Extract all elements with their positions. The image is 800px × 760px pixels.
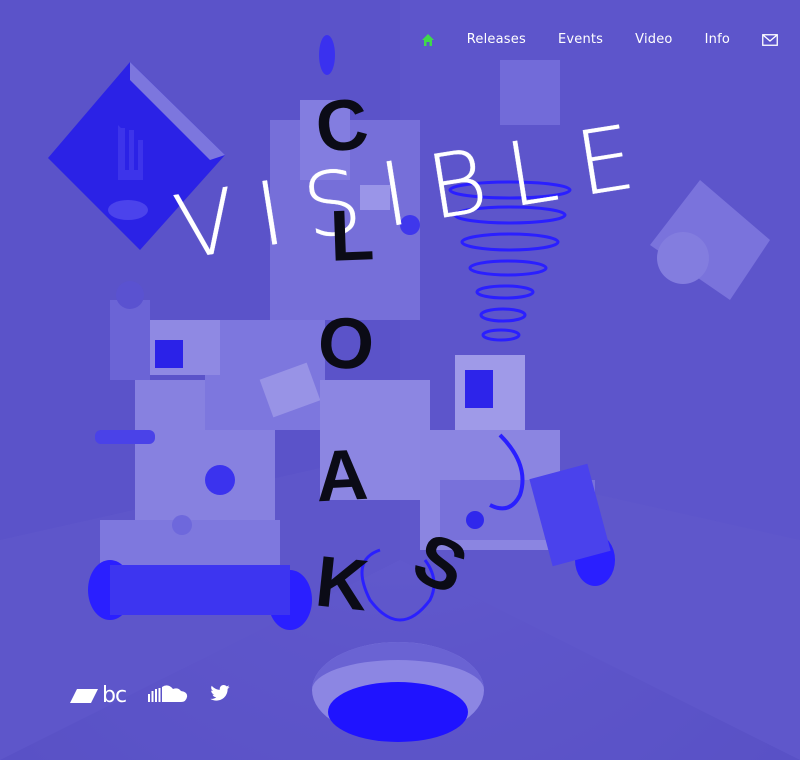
bandcamp-link[interactable]: bc xyxy=(70,683,127,708)
mail-link[interactable] xyxy=(762,33,778,46)
nav-video[interactable]: Video xyxy=(635,32,672,47)
title-cloaks-c: C xyxy=(311,83,373,169)
home-link[interactable] xyxy=(421,33,435,47)
soundcloud-icon xyxy=(148,685,188,702)
mail-icon xyxy=(762,33,778,46)
title-cloaks-a: A xyxy=(313,434,371,518)
twitter-link[interactable] xyxy=(210,685,230,706)
top-nav: Releases Events Video Info xyxy=(421,32,778,47)
twitter-icon xyxy=(210,685,230,701)
title-cloaks-o: O xyxy=(315,302,377,386)
album-art-background xyxy=(0,0,800,760)
bandcamp-icon xyxy=(70,688,98,703)
soundcloud-link[interactable] xyxy=(148,684,188,707)
nav-info[interactable]: Info xyxy=(705,32,730,47)
social-links: bc xyxy=(70,683,230,708)
title-cloaks-l: L xyxy=(328,195,376,277)
hero-stage: Releases Events Video Info VISIBLE C L O… xyxy=(0,0,800,760)
nav-events[interactable]: Events xyxy=(558,32,603,47)
bandcamp-text: bc xyxy=(102,683,127,708)
home-icon xyxy=(421,33,434,46)
nav-releases[interactable]: Releases xyxy=(467,32,526,47)
title-cloaks-k: K xyxy=(311,541,373,627)
